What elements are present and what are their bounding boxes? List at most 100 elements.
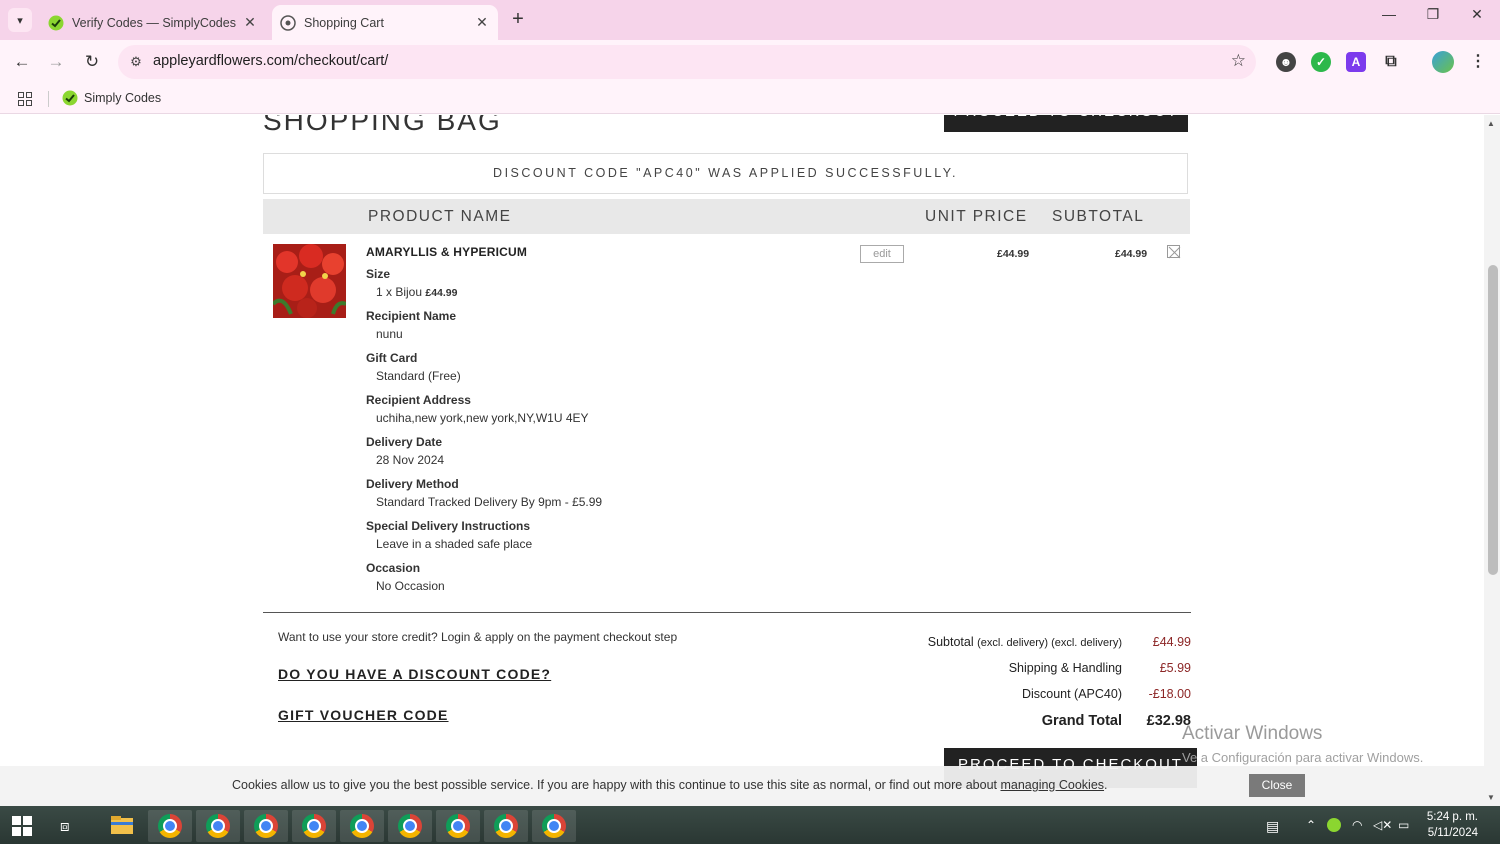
windows-start-icon[interactable]: [12, 816, 32, 836]
option-value-delivery-date: 28 Nov 2024: [376, 453, 445, 467]
option-label-special-instructions: Special Delivery Instructions: [366, 519, 531, 533]
extension-a-icon[interactable]: A: [1346, 52, 1366, 72]
shipping-value: £5.99: [1159, 661, 1191, 675]
taskbar-clock[interactable]: 5:24 p. m. 5/11/2024: [1420, 809, 1478, 841]
bookmarks-bar: Simply Codes: [0, 84, 1500, 114]
item-unit-price: £44.99: [997, 248, 1030, 260]
extension-check-icon[interactable]: ✓: [1311, 52, 1331, 72]
volume-muted-icon[interactable]: ◁✕: [1373, 818, 1392, 832]
cookie-period: .: [1104, 778, 1108, 792]
chrome-taskbar-icon-3[interactable]: [244, 810, 288, 842]
subtotal-label: Subtotal (excl. delivery) (excl. deliver…: [928, 635, 1122, 649]
clock-date: 5/11/2024: [1427, 827, 1478, 839]
cookie-text: Cookies allow us to give you the best po…: [232, 778, 1108, 792]
option-label-recipient-name: Recipient Name: [366, 309, 457, 323]
tab-search-button[interactable]: ▾: [8, 8, 32, 32]
shipping-label: Shipping & Handling: [1008, 661, 1122, 675]
task-view-icon[interactable]: ⧈: [60, 818, 70, 835]
chrome-icon: [206, 814, 230, 838]
discount-code-link[interactable]: DO YOU HAVE A DISCOUNT CODE?: [278, 666, 551, 682]
column-product-name: PRODUCT NAME: [368, 208, 512, 225]
new-tab-button[interactable]: +: [506, 8, 530, 32]
tab-title: Verify Codes — SimplyCodes: [72, 15, 236, 30]
tab-verify-codes[interactable]: Verify Codes — SimplyCodes ✕: [40, 5, 266, 40]
profile-avatar[interactable]: [1432, 51, 1454, 73]
browser-toolbar: ← → ↻ ⚙ appleyardflowers.com/checkout/ca…: [0, 40, 1500, 84]
option-label-delivery-date: Delivery Date: [366, 435, 443, 449]
windows-activation-subtitle: Ve a Configuración para activar Windows.: [1182, 750, 1424, 765]
scroll-down-icon[interactable]: ▼: [1487, 793, 1495, 802]
extension-robot-icon[interactable]: ☻: [1276, 52, 1296, 72]
product-name[interactable]: AMARYLLIS & HYPERICUM: [366, 245, 527, 259]
address-bar[interactable]: ⚙ appleyardflowers.com/checkout/cart/ ☆: [118, 45, 1256, 79]
close-icon: [1168, 246, 1181, 259]
menu-dots-icon[interactable]: ⋮: [1468, 52, 1488, 72]
gift-voucher-link[interactable]: GIFT VOUCHER CODE: [278, 707, 449, 723]
chrome-taskbar-icon-5[interactable]: [340, 810, 384, 842]
option-label-delivery-method: Delivery Method: [366, 477, 459, 491]
tab-shopping-cart[interactable]: Shopping Cart ✕: [272, 5, 498, 40]
windows-activation-title: Activar Windows: [1182, 723, 1323, 744]
edit-item-button[interactable]: edit: [860, 245, 904, 263]
tray-app-icon[interactable]: [1327, 818, 1341, 832]
wifi-icon[interactable]: ◠: [1352, 818, 1362, 832]
close-window-button[interactable]: ✕: [1462, 6, 1492, 23]
grand-total-label: Grand Total: [1041, 713, 1122, 729]
news-icon[interactable]: ▤: [1266, 818, 1279, 835]
remove-item-icon[interactable]: [1167, 245, 1181, 259]
star-icon[interactable]: ☆: [1231, 51, 1246, 71]
cookie-close-button[interactable]: Close: [1249, 774, 1305, 797]
extensions-puzzle-icon[interactable]: ⧉: [1381, 52, 1401, 72]
chrome-taskbar-icon-1[interactable]: [148, 810, 192, 842]
restore-button[interactable]: ❐: [1418, 6, 1448, 23]
chrome-icon: [350, 814, 374, 838]
page-scrollbar[interactable]: ▲ ▼: [1484, 115, 1500, 806]
page-viewport: SHOPPING BAG PROCEED TO CHECKOUT DISCOUN…: [0, 115, 1484, 806]
reload-button[interactable]: ↻: [80, 50, 104, 74]
forward-button[interactable]: →: [44, 50, 68, 74]
item-subtotal: £44.99: [1115, 248, 1148, 260]
arrow-left-icon: ←: [13, 52, 31, 71]
bookmark-simply-codes[interactable]: Simply Codes: [62, 90, 161, 106]
column-unit-price: UNIT PRICE: [925, 208, 1028, 225]
chrome-taskbar-icon-4[interactable]: [292, 810, 336, 842]
arrow-right-icon: →: [47, 52, 65, 71]
chrome-taskbar-icon-9[interactable]: [532, 810, 576, 842]
close-icon[interactable]: ✕: [472, 14, 492, 31]
tray-chevron-up-icon[interactable]: ⌃: [1306, 818, 1316, 832]
option-label-gift-card: Gift Card: [366, 351, 418, 365]
cookie-banner: Cookies allow us to give you the best po…: [0, 766, 1484, 806]
file-explorer-icon[interactable]: [100, 810, 144, 842]
product-image[interactable]: [273, 244, 346, 318]
chrome-icon: [254, 814, 278, 838]
proceed-to-checkout-top-button[interactable]: PROCEED TO CHECKOUT: [944, 115, 1188, 132]
size-value: 1 x Bijou: [376, 285, 423, 299]
close-icon[interactable]: ✕: [240, 14, 260, 31]
chrome-taskbar-icon-6[interactable]: [388, 810, 432, 842]
back-button[interactable]: ←: [10, 50, 34, 74]
chrome-icon: [398, 814, 422, 838]
scrollbar-thumb[interactable]: [1488, 265, 1498, 575]
windows-taskbar: ⧈ ▤ ⌃ ◠ ◁✕ ▭ 5:24 p. m. 5/11/2024: [0, 806, 1500, 844]
minimize-button[interactable]: —: [1374, 6, 1404, 22]
apps-grid-icon[interactable]: [18, 92, 32, 106]
managing-cookies-link[interactable]: managing Cookies: [1000, 778, 1104, 792]
option-label-size: Size: [366, 267, 391, 281]
site-settings-icon[interactable]: ⚙: [126, 52, 146, 72]
scroll-up-icon[interactable]: ▲: [1487, 119, 1495, 128]
chrome-icon: [158, 814, 182, 838]
minimize-icon: —: [1382, 6, 1396, 22]
subtotal-label-text: Subtotal: [927, 635, 974, 649]
chrome-taskbar-icon-8[interactable]: [484, 810, 528, 842]
flower-bouquet-image: [273, 244, 346, 318]
simplycodes-icon: [48, 15, 64, 30]
column-subtotal: SUBTOTAL: [1052, 208, 1145, 225]
chrome-taskbar-icon-2[interactable]: [196, 810, 240, 842]
option-value-occasion: No Occasion: [376, 579, 445, 593]
cart-table-header: PRODUCT NAME UNIT PRICE SUBTOTAL: [263, 199, 1190, 234]
chrome-taskbar-icon-7[interactable]: [436, 810, 480, 842]
close-icon: ✕: [1471, 6, 1483, 22]
battery-icon[interactable]: ▭: [1398, 818, 1409, 832]
url-text[interactable]: appleyardflowers.com/checkout/cart/: [153, 53, 388, 69]
chrome-icon: [302, 814, 326, 838]
